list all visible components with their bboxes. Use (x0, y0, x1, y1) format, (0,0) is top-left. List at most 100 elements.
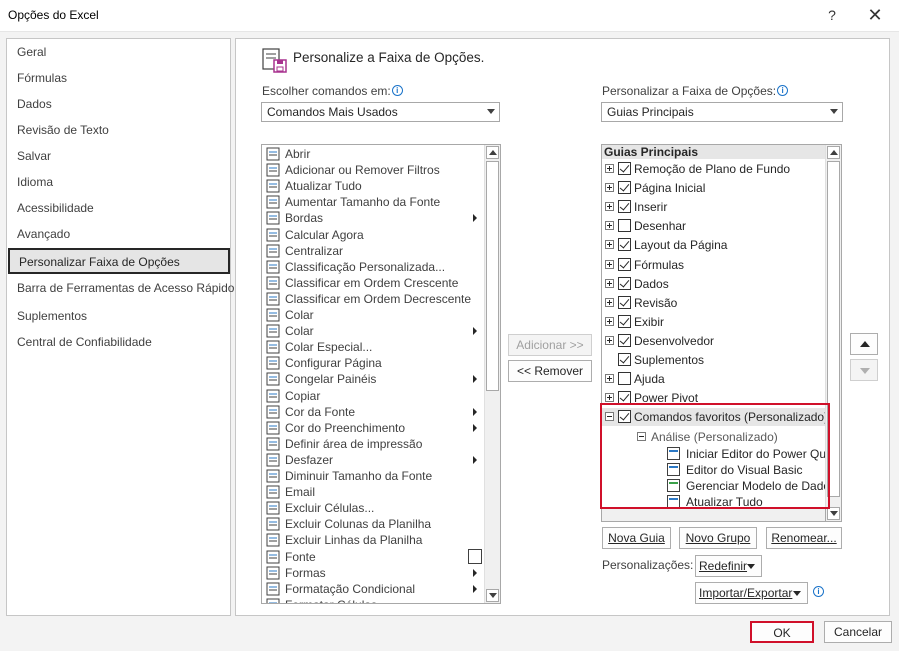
ribbon-tab-item[interactable]: Exibir (602, 313, 827, 331)
tab-checkbox[interactable] (618, 200, 631, 214)
nav-item-revisao[interactable]: Revisão de Texto (17, 120, 109, 140)
tab-checkbox[interactable] (618, 314, 631, 328)
command-item[interactable]: Bordas (262, 210, 487, 226)
tab-checkbox[interactable] (618, 257, 631, 271)
new-tab-button[interactable]: Nova Guia (602, 527, 671, 549)
ribbon-tab-item[interactable]: Remoção de Plano de Fundo (602, 160, 827, 178)
expand-icon[interactable] (605, 297, 614, 307)
nav-item-salvar[interactable]: Salvar (17, 146, 51, 166)
commands-scrollbar[interactable] (484, 145, 500, 603)
expand-icon[interactable] (605, 316, 614, 326)
reset-dropdown-button[interactable]: Redefinir (695, 555, 762, 577)
command-item[interactable]: Abrir (262, 146, 487, 162)
command-item[interactable]: Copiar (262, 388, 487, 404)
command-item[interactable]: Colar (262, 323, 487, 339)
expand-icon[interactable] (605, 335, 614, 345)
commands-list[interactable]: Abrir Adicionar ou Remover Filtros Atualiz… (261, 144, 501, 604)
nav-item-formulas[interactable]: Fórmulas (17, 68, 67, 88)
command-item[interactable]: Formatação Condicional (262, 581, 487, 597)
command-item[interactable]: Adicionar ou Remover Filtros (262, 162, 487, 178)
command-item[interactable]: Colar (262, 307, 487, 323)
command-item[interactable]: Classificar em Ordem Decrescente (262, 291, 487, 307)
ribbon-tab-item[interactable]: Dados (602, 275, 827, 293)
close-button[interactable]: ✕ (864, 4, 886, 26)
tab-checkbox[interactable] (618, 238, 631, 252)
scroll-thumb[interactable] (486, 161, 499, 391)
ribbon-tab-item[interactable]: Layout da Página (602, 236, 827, 254)
tab-checkbox[interactable] (618, 333, 631, 347)
help-button[interactable]: ? (822, 4, 842, 26)
nav-item-avancado[interactable]: Avançado (17, 224, 70, 244)
ribbon-tab-item[interactable]: Página Inicial (602, 179, 827, 197)
ribbon-tab-item[interactable]: Revisão (602, 294, 827, 312)
command-item[interactable]: Cor da Fonte (262, 404, 487, 420)
import-export-button[interactable]: Importar/Exportar (695, 582, 808, 604)
ribbon-tab-item[interactable]: Desenvolvedor (602, 332, 827, 350)
command-item[interactable]: Atualizar Tudo (262, 178, 487, 194)
nav-item-acessibilidade[interactable]: Acessibilidade (17, 198, 94, 218)
scroll-up-arrow[interactable] (827, 146, 840, 159)
tab-checkbox[interactable] (618, 295, 631, 309)
nav-item-idioma[interactable]: Idioma (17, 172, 53, 192)
expand-icon[interactable] (605, 393, 614, 403)
ribbon-tab-item[interactable]: Suplementos (602, 351, 827, 369)
command-item[interactable]: Colar Especial... (262, 339, 487, 355)
tab-checkbox[interactable] (618, 162, 631, 175)
ribbon-tab-item[interactable]: Desenhar (602, 217, 827, 235)
nav-item-dados[interactable]: Dados (17, 94, 52, 114)
nav-item-geral[interactable]: Geral (17, 42, 46, 62)
scroll-up-arrow[interactable] (486, 146, 499, 159)
command-item[interactable]: Configurar Página (262, 355, 487, 371)
command-item[interactable]: Formas (262, 565, 487, 581)
command-item[interactable]: Calcular Agora (262, 227, 487, 243)
command-item[interactable]: Definir área de impressão (262, 436, 487, 452)
tab-checkbox[interactable] (618, 353, 631, 366)
tab-checkbox[interactable] (618, 181, 631, 195)
ok-button[interactable]: OK (750, 621, 814, 643)
ribbon-tabs-dropdown[interactable]: Guias Principais (601, 102, 843, 122)
rename-button[interactable]: Renomear... (766, 527, 842, 549)
command-item[interactable]: Formatar Células... (262, 597, 487, 603)
scroll-down-arrow[interactable] (486, 589, 499, 602)
command-item[interactable]: Desfazer (262, 452, 487, 468)
command-item[interactable]: Classificar em Ordem Crescente (262, 275, 487, 291)
move-up-button[interactable] (850, 333, 878, 355)
command-item[interactable]: Email (262, 484, 487, 500)
command-item[interactable]: Excluir Células... (262, 500, 487, 516)
command-item[interactable]: Cor do Preenchimento (262, 420, 487, 436)
tree-hscrollbar[interactable] (601, 508, 826, 522)
command-label: Colar (285, 324, 314, 339)
ribbon-tab-item[interactable]: Fórmulas (602, 256, 827, 274)
expand-icon[interactable] (605, 278, 614, 288)
add-button[interactable]: Adicionar >> (508, 334, 592, 356)
command-item[interactable]: Excluir Colunas da Planilha (262, 516, 487, 532)
expand-icon[interactable] (605, 202, 614, 212)
expand-icon[interactable] (605, 259, 614, 269)
command-item[interactable]: Diminuir Tamanho da Fonte (262, 468, 487, 484)
expand-icon[interactable] (605, 221, 614, 231)
command-item[interactable]: Classificação Personalizada... (262, 259, 487, 275)
nav-item-central[interactable]: Central de Confiabilidade (17, 332, 152, 352)
remove-button[interactable]: << Remover (508, 360, 592, 382)
expand-icon[interactable] (605, 374, 614, 384)
nav-item-acesso-rapido[interactable]: Barra de Ferramentas de Acesso Rápido (17, 278, 234, 298)
command-item[interactable]: Excluir Linhas da Planilha (262, 532, 487, 548)
nav-item-personalizar-faixa[interactable]: Personalizar Faixa de Opções (8, 248, 230, 274)
move-down-button[interactable] (850, 359, 878, 381)
command-item[interactable]: Centralizar (262, 243, 487, 259)
expand-icon[interactable] (605, 183, 614, 193)
tab-checkbox[interactable] (618, 372, 631, 386)
cancel-button[interactable]: Cancelar (824, 621, 892, 643)
nav-item-suplementos[interactable]: Suplementos (17, 306, 87, 326)
expand-icon[interactable] (605, 164, 614, 173)
expand-icon[interactable] (605, 240, 614, 250)
ribbon-tab-item[interactable]: Inserir (602, 198, 827, 216)
tab-checkbox[interactable] (618, 219, 631, 233)
command-item[interactable]: Congelar Painéis (262, 371, 487, 387)
ribbon-tab-item[interactable]: Ajuda (602, 370, 827, 388)
new-group-button[interactable]: Novo Grupo (679, 527, 757, 549)
tab-checkbox[interactable] (618, 276, 631, 290)
commands-source-dropdown[interactable]: Comandos Mais Usados (261, 102, 500, 122)
command-item[interactable]: Aumentar Tamanho da Fonte (262, 194, 487, 210)
command-item[interactable]: Fonte (262, 548, 487, 565)
